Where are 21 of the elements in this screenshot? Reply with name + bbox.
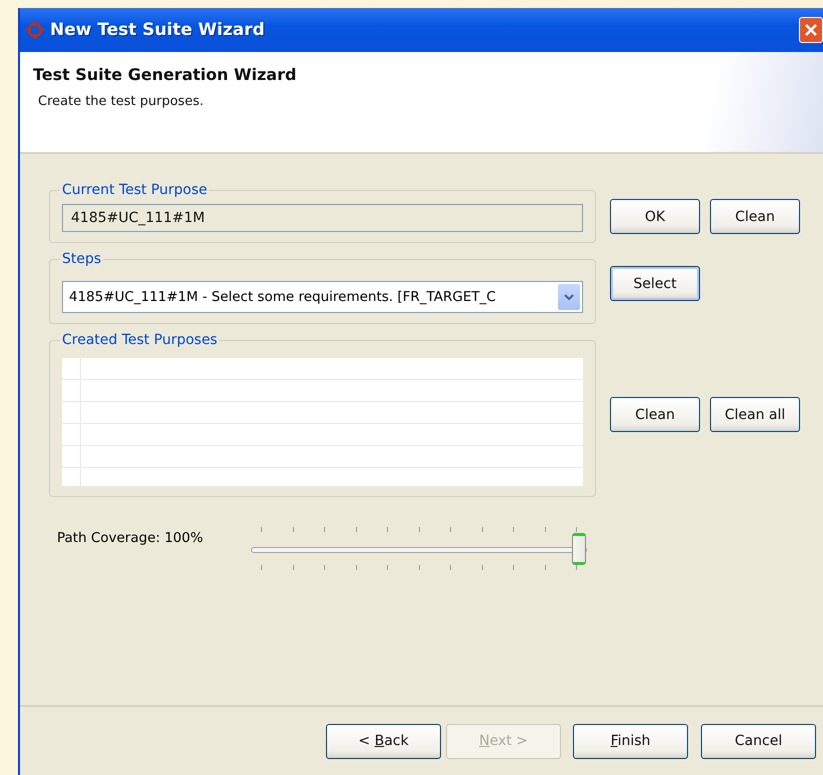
text-field[interactable]: 4185#UC_111#1M bbox=[62, 204, 583, 232]
select-button[interactable]: Select bbox=[610, 266, 700, 301]
group-label: Created Test Purposes bbox=[61, 332, 218, 348]
slider-thumb[interactable] bbox=[572, 533, 586, 565]
window-title: New Test Suite Wizard bbox=[50, 20, 266, 40]
wizard-button[interactable]: < Back bbox=[326, 724, 441, 758]
push-button[interactable]: Clean bbox=[610, 397, 700, 432]
push-button[interactable]: OK bbox=[610, 199, 700, 234]
slider-label: Path Coverage: 100% bbox=[57, 529, 204, 548]
close-icon bbox=[804, 23, 818, 37]
wizard-button[interactable]: Finish bbox=[573, 724, 688, 758]
close-button[interactable] bbox=[799, 17, 823, 43]
group-label: Steps bbox=[61, 251, 102, 267]
wizard-button[interactable]: Cancel bbox=[701, 724, 816, 758]
dropdown-field[interactable]: 4185#UC_111#1M - Select some requirements. [FR_TARGET_C bbox=[62, 281, 583, 313]
page-description: Create the test purposes. bbox=[38, 94, 205, 109]
push-button[interactable]: Clean bbox=[710, 199, 800, 234]
page-title: Test Suite Generation Wizard bbox=[33, 65, 298, 84]
push-button[interactable]: Clean all bbox=[710, 397, 800, 432]
crosshair-icon bbox=[25, 20, 45, 40]
group-label: Current Test Purpose bbox=[61, 182, 208, 198]
